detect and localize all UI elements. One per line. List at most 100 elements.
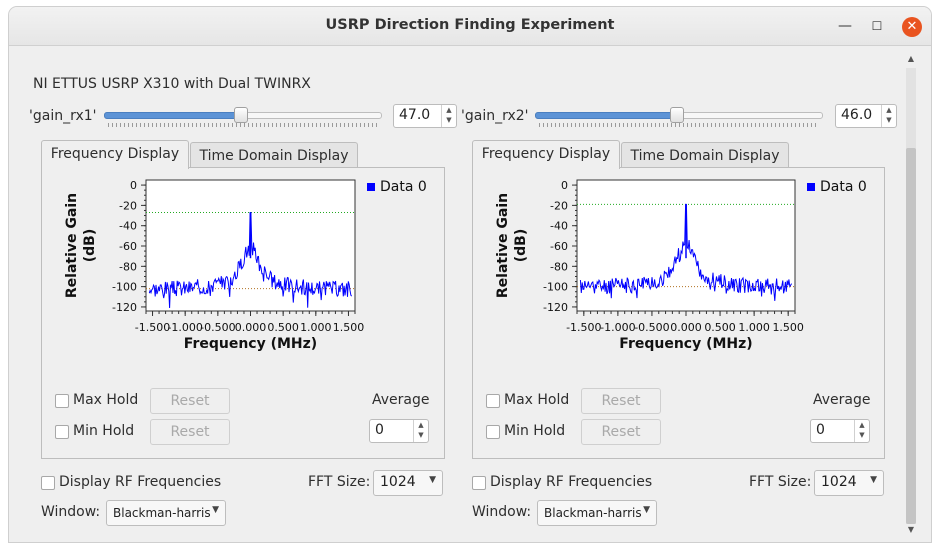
fft-size-value: 1024 — [821, 474, 857, 490]
slider-ticks — [539, 123, 819, 127]
tab-frequency-display-1[interactable]: Frequency Display — [41, 140, 189, 169]
display-rf-label: Display RF Frequencies — [59, 474, 222, 490]
max-hold-label: Max Hold — [73, 392, 139, 408]
y-tick-label: -20 — [119, 199, 137, 212]
x-axis-label: Frequency (MHz) — [184, 336, 317, 352]
max-hold-checkbox[interactable] — [55, 394, 69, 408]
min-hold-reset-button[interactable]: Reset — [150, 419, 230, 445]
app-window: USRP Direction Finding Experiment — ☐ ✕ … — [9, 7, 931, 542]
fft-size-label: FFT Size: — [308, 474, 371, 490]
chevron-down-icon: ▼ — [870, 475, 877, 485]
x-tick-label: 0.500 — [704, 321, 736, 334]
maximize-icon[interactable]: ☐ — [867, 17, 887, 37]
scroll-track[interactable] — [906, 68, 916, 524]
window-select[interactable]: Blackman-harris ▼ — [106, 500, 226, 526]
min-hold-reset-button[interactable]: Reset — [581, 419, 661, 445]
x-tick-label: 1.000 — [738, 321, 770, 334]
tab-frequency-display-2[interactable]: Frequency Display — [472, 140, 620, 169]
device-label: NI ETTUS USRP X310 with Dual TWINRX — [33, 76, 311, 92]
y-tick-label: -40 — [550, 220, 568, 233]
fft-size-label: FFT Size: — [749, 474, 812, 490]
window-select[interactable]: Blackman-harris ▼ — [537, 500, 657, 526]
frequency-display-panel-1: 0 -20 -40 -60 -80 -100 -120 -1.500 -1.000 -0.500 0… — [41, 167, 445, 459]
vertical-scrollbar[interactable]: ▲ ▼ — [904, 54, 918, 537]
y-axis-label: Relative Gain — [64, 193, 80, 298]
gain-rx2-value: 46.0 — [841, 107, 873, 123]
x-tick-label: 0.000 — [235, 321, 267, 334]
window-label: Window: — [472, 504, 532, 520]
gain-rx2-spinbox[interactable]: 46.0 ▲ ▼ — [835, 104, 897, 128]
gain-rx1-slider[interactable] — [104, 105, 382, 127]
y-tick-label: -60 — [119, 240, 137, 253]
gain-rx2-slider[interactable] — [535, 105, 823, 127]
main-content: NI ETTUS USRP X310 with Dual TWINRX 'gai… — [9, 46, 909, 542]
x-axis-label: Frequency (MHz) — [619, 336, 752, 352]
x-tick-label: -0.500 — [200, 321, 235, 334]
slider-handle[interactable] — [670, 107, 684, 123]
y-tick-label: 0 — [561, 179, 568, 192]
frequency-chart-2: 0-20-40-60-80-100-120-1.500-1.000-0.500 0… — [495, 179, 867, 352]
frequency-display-panel-2: 0 -20 -40 -60 -80 -100 -120 -1.500 -1.000 -0.500 0… — [472, 167, 885, 459]
gain-rx1-value: 47.0 — [399, 107, 431, 123]
max-hold-label: Max Hold — [504, 392, 570, 408]
legend-swatch — [367, 183, 375, 191]
legend-label: Data 0 — [380, 179, 427, 195]
close-icon[interactable]: ✕ — [902, 17, 922, 37]
max-hold-reset-button[interactable]: Reset — [150, 388, 230, 414]
fft-size-select[interactable]: 1024 ▼ — [373, 470, 443, 496]
y-tick-label: -80 — [550, 260, 568, 273]
display-rf-checkbox[interactable] — [472, 476, 486, 490]
max-hold-checkbox[interactable] — [486, 394, 500, 408]
min-hold-checkbox[interactable] — [486, 425, 500, 439]
title-bar[interactable]: USRP Direction Finding Experiment — ☐ ✕ — [9, 7, 931, 46]
tab-time-domain-display-1[interactable]: Time Domain Display — [190, 142, 358, 169]
y-tick-label: -40 — [119, 220, 137, 233]
chevron-down-icon: ▼ — [429, 475, 436, 485]
y-tick-label: -20 — [550, 199, 568, 212]
gain-rx1-spinbox[interactable]: 47.0 ▲ ▼ — [393, 104, 457, 128]
spin-arrows-icon[interactable]: ▲ ▼ — [854, 420, 869, 442]
frequency-chart-1: 0-20-40-60-80-100-120-1.500-1.000-0.500 0… — [64, 179, 427, 352]
min-hold-label: Min Hold — [504, 423, 566, 439]
y-tick-label: 0 — [130, 179, 137, 192]
y-axis-label: Relative Gain — [495, 193, 511, 298]
x-tick-label: -0.500 — [634, 321, 669, 334]
slider-handle[interactable] — [234, 107, 248, 123]
scroll-down-icon[interactable]: ▼ — [904, 525, 918, 537]
tab-time-domain-display-2[interactable]: Time Domain Display — [621, 142, 789, 169]
y-tick-label: -100 — [112, 281, 137, 294]
average-spinbox[interactable]: 0 ▲ ▼ — [369, 419, 429, 443]
gain-rx1-label: 'gain_rx1' — [29, 108, 97, 124]
average-value: 0 — [375, 422, 384, 438]
y-tick-label: -120 — [112, 301, 137, 314]
min-hold-checkbox[interactable] — [55, 425, 69, 439]
window-value: Blackman-harris — [113, 506, 211, 520]
x-tick-label: 1.500 — [772, 321, 804, 334]
y-axis-label-unit: (dB) — [513, 229, 529, 263]
slider-fill — [535, 112, 678, 119]
average-value: 0 — [816, 422, 825, 438]
spin-arrows-icon[interactable]: ▲ ▼ — [881, 105, 896, 127]
y-tick-label: -100 — [543, 281, 568, 294]
gain-rx2-label: 'gain_rx2' — [461, 108, 529, 124]
minimize-icon[interactable]: — — [835, 17, 855, 37]
legend-label: Data 0 — [820, 179, 867, 195]
fft-size-select[interactable]: 1024 ▼ — [814, 470, 884, 496]
x-tick-label: -1.000 — [167, 321, 202, 334]
spin-arrows-icon[interactable]: ▲ ▼ — [441, 105, 456, 127]
average-spinbox[interactable]: 0 ▲ ▼ — [810, 419, 870, 443]
scroll-thumb[interactable] — [906, 148, 916, 524]
y-tick-label: -120 — [543, 301, 568, 314]
window-title: USRP Direction Finding Experiment — [325, 17, 615, 33]
max-hold-reset-button[interactable]: Reset — [581, 388, 661, 414]
slider-fill — [104, 112, 242, 119]
display-rf-label: Display RF Frequencies — [490, 474, 653, 490]
legend-swatch — [807, 183, 815, 191]
y-axis-label-unit: (dB) — [82, 229, 98, 263]
average-label: Average — [372, 392, 430, 408]
spin-arrows-icon[interactable]: ▲ ▼ — [413, 420, 428, 442]
scroll-up-icon[interactable]: ▲ — [904, 54, 918, 66]
average-label: Average — [813, 392, 871, 408]
display-rf-checkbox[interactable] — [41, 476, 55, 490]
chevron-down-icon: ▼ — [212, 505, 219, 515]
